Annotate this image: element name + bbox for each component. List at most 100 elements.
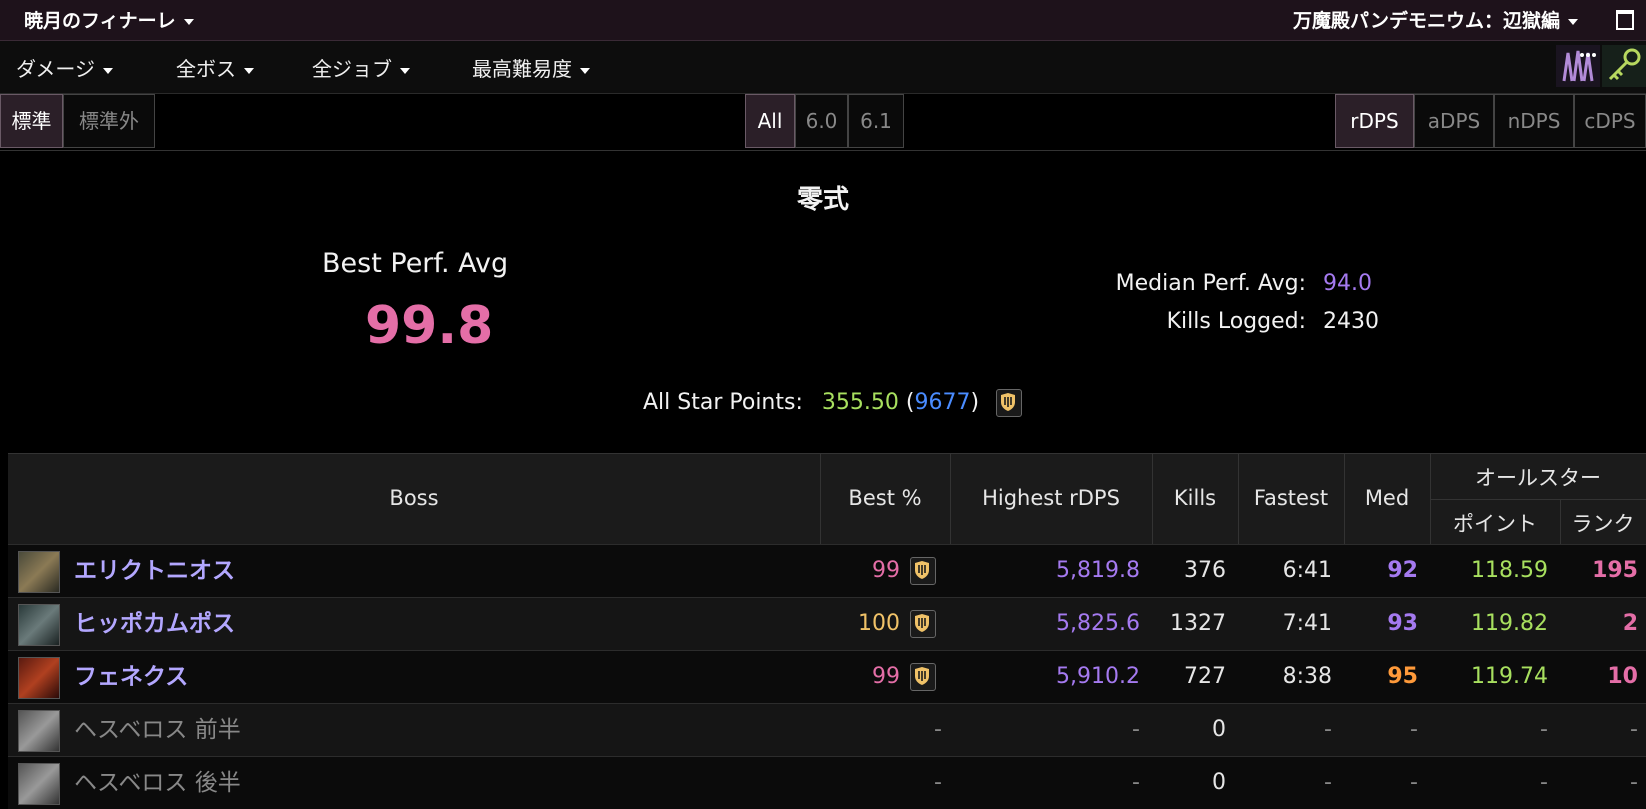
header-med[interactable]: Med [1344,486,1430,510]
all-star-rank[interactable]: 9677 [914,390,970,415]
metric-adps[interactable]: aDPS [1414,94,1494,148]
best-percent: - [934,717,942,742]
best-percent: - [934,770,942,795]
kills: 0 [1212,770,1226,795]
header-divider [820,454,821,544]
expansion-selector[interactable]: 暁月のフィナーレ [24,6,194,33]
highest-rdps: 5,819.8 [1056,558,1140,583]
boss-name[interactable]: ヘスベロス 前半 [74,704,241,756]
filter-bar: 標準 標準外 All 6.0 6.1 rDPS aDPS nDPS cDPS [0,94,1646,151]
kills: 376 [1184,558,1226,583]
patch-all[interactable]: All [745,94,795,148]
maximize-icon[interactable] [1616,10,1634,30]
summary-panel: 零式 Best Perf. Avg 99.8 Median Perf. Avg:… [0,151,1646,443]
table-header: Boss Best % Highest rDPS Kills Fastest M… [8,454,1646,544]
boss-name[interactable]: エリクトニオス [74,545,235,597]
filter-nonstandard[interactable]: 標準外 [63,94,155,148]
filter-standard[interactable]: 標準 [0,94,63,148]
kills-logged-value: 2430 [1323,309,1379,334]
header-points[interactable]: ポイント [1430,508,1560,538]
highest-rdps: 5,910.2 [1056,664,1140,689]
boss-name[interactable]: ヘスベロス 後半 [74,757,241,809]
header-divider [1430,499,1646,500]
fastest: 8:38 [1282,664,1332,689]
table-row[interactable]: エリクトニオス 99 5,819.8 376 6:41 92 118.59 19… [8,544,1646,597]
difficulty-heading: 零式 [796,185,849,215]
highest-rdps: - [1132,770,1140,795]
header-rank[interactable]: ランク [1560,508,1646,538]
best-percent: 100 [858,611,900,636]
header-best[interactable]: Best % [820,486,950,510]
table-row[interactable]: ヘスベロス 前半 - - 0 - - - - [8,703,1646,756]
boss-portrait [18,604,60,646]
kills: 727 [1184,664,1226,689]
median-perf-row: Median Perf. Avg: 94.0 [1110,271,1372,296]
shield-icon[interactable] [910,610,936,638]
metric-cdps[interactable]: cDPS [1574,94,1646,148]
highest-rdps: 5,825.6 [1056,611,1140,636]
header-highest[interactable]: Highest rDPS [950,486,1152,510]
fastest: - [1324,770,1332,795]
header-allstar: オールスター [1475,466,1601,490]
header-divider [1560,500,1561,544]
table-row[interactable]: ヒッポカムポス 100 5,825.6 1327 7:41 93 119.82 … [8,597,1646,650]
allstar-points: - [1540,770,1548,795]
boss-portrait [18,657,60,699]
boss-name[interactable]: ヒッポカムポス [74,598,235,650]
menu-difficulty[interactable]: 最高難易度 [472,53,590,82]
menu-bar: ダメージ 全ボス 全ジョブ 最高難易度 [0,41,1646,94]
allstar-rank: 195 [1592,558,1638,583]
menu-bosses[interactable]: 全ボス [176,53,254,82]
chevron-down-icon [580,67,590,74]
median: 95 [1387,664,1418,689]
patch-6-0[interactable]: 6.0 [795,94,848,148]
chevron-down-icon [103,67,113,74]
allstar-points: 118.59 [1471,558,1548,583]
metric-ndps[interactable]: nDPS [1494,94,1574,148]
chevron-down-icon [1568,18,1578,25]
fastest: 6:41 [1282,558,1332,583]
shield-icon[interactable] [910,557,936,585]
chevron-down-icon [244,67,254,74]
boss-portrait [18,551,60,593]
header-boss[interactable]: Boss [8,486,820,510]
shield-icon[interactable] [910,663,936,691]
zone-title: 万魔殿パンデモニウム：辺獄編 [1293,10,1560,32]
menu-jobs[interactable]: 全ジョブ [312,53,410,82]
allstar-rank: 10 [1607,664,1638,689]
key-icon[interactable] [1602,45,1646,87]
patch-6-1[interactable]: 6.1 [848,94,904,148]
allstar-rank: - [1630,717,1638,742]
job-emblem-icon[interactable] [1556,45,1600,87]
median: 92 [1387,558,1418,583]
header-fastest[interactable]: Fastest [1238,486,1344,510]
boss-name[interactable]: フェネクス [74,651,188,703]
best-percent: 99 [872,558,900,583]
header-divider [1238,454,1239,544]
header-kills[interactable]: Kills [1152,486,1238,510]
chevron-down-icon [400,67,410,74]
table-row[interactable]: ヘスベロス 後半 - - 0 - - - - [8,756,1646,809]
allstar-rank: - [1630,770,1638,795]
median: - [1410,717,1418,742]
best-perf-label: Best Perf. Avg [322,248,509,279]
menu-jobs-label: 全ジョブ [312,57,392,81]
shield-icon[interactable] [996,389,1023,417]
expansion-title: 暁月のフィナーレ [24,10,176,32]
all-star-points-row: All Star Points: 355.50 (9677) [643,389,1023,417]
table-row[interactable]: フェネクス 99 5,910.2 727 8:38 95 119.74 10 [8,650,1646,703]
allstar-points: 119.74 [1471,664,1548,689]
zone-selector[interactable]: 万魔殿パンデモニウム：辺獄編 [1293,6,1578,33]
median-perf-value: 94.0 [1323,271,1372,296]
highest-rdps: - [1132,717,1140,742]
menu-damage-label: ダメージ [16,57,95,81]
metric-rdps[interactable]: rDPS [1335,94,1414,148]
boss-portrait [18,763,60,805]
all-star-rank-close: ) [970,390,980,415]
kills: 1327 [1170,611,1226,636]
menu-bosses-label: 全ボス [176,57,236,81]
median-perf-label: Median Perf. Avg: [1115,271,1306,296]
kills-logged-row: Kills Logged: 2430 [1110,309,1379,334]
kills-logged-label: Kills Logged: [1166,309,1306,334]
menu-damage[interactable]: ダメージ [16,53,113,82]
